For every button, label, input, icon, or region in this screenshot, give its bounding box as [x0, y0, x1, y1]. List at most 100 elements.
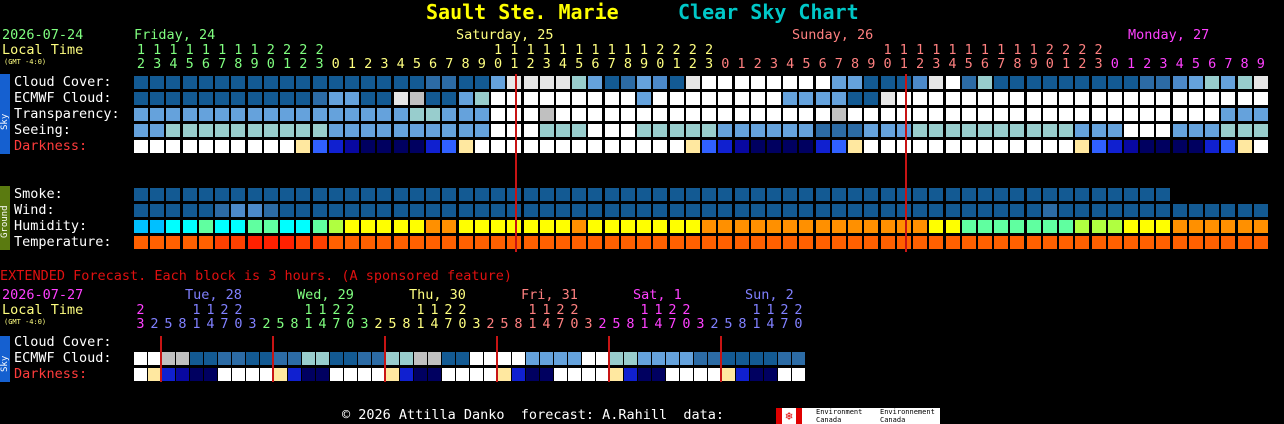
smoke-cell[interactable]	[896, 188, 911, 201]
smoke-cell[interactable]	[150, 188, 165, 201]
temperature-cell[interactable]	[523, 236, 538, 249]
extended-cloud-cover-cell[interactable]	[218, 352, 231, 365]
extended-cloud-cover-cell[interactable]	[694, 352, 707, 365]
extended-darkness-cell[interactable]	[652, 368, 665, 381]
cloud-cover-cell[interactable]	[377, 76, 392, 89]
ecmwf-cloud-cell[interactable]	[409, 92, 424, 105]
extended-darkness-cell[interactable]	[526, 368, 539, 381]
cloud-cover-cell[interactable]	[1091, 76, 1106, 89]
wind-cell[interactable]	[1059, 204, 1074, 217]
extended-darkness-cell[interactable]	[624, 368, 637, 381]
cloud-cover-cell[interactable]	[1237, 76, 1252, 89]
humidity-cell[interactable]	[685, 220, 700, 233]
cloud-cover-cell[interactable]	[945, 76, 960, 89]
smoke-cell[interactable]	[474, 188, 489, 201]
temperature-cell[interactable]	[1026, 236, 1041, 249]
cloud-cover-cell[interactable]	[864, 76, 879, 89]
darkness-cell[interactable]	[1221, 140, 1236, 153]
extended-cloud-cover-cell[interactable]	[442, 352, 455, 365]
humidity-cell[interactable]	[344, 220, 359, 233]
temperature-cell[interactable]	[977, 236, 992, 249]
extended-cloud-cover-cell[interactable]	[750, 352, 763, 365]
cloud-cover-cell[interactable]	[426, 76, 441, 89]
humidity-cell[interactable]	[864, 220, 879, 233]
ecmwf-cloud-cell[interactable]	[166, 92, 181, 105]
darkness-cell[interactable]	[815, 140, 830, 153]
humidity-cell[interactable]	[134, 220, 148, 233]
seeing-cell[interactable]	[458, 124, 473, 137]
seeing-cell[interactable]	[848, 124, 863, 137]
temperature-cell[interactable]	[280, 236, 295, 249]
darkness-cell[interactable]	[280, 140, 295, 153]
cloud-cover-cell[interactable]	[637, 76, 652, 89]
wind-cell[interactable]	[961, 204, 976, 217]
seeing-cell[interactable]	[1026, 124, 1041, 137]
humidity-cell[interactable]	[361, 220, 376, 233]
cloud-cover-cell[interactable]	[620, 76, 635, 89]
smoke-cell[interactable]	[588, 188, 603, 201]
ecmwf-cloud-cell[interactable]	[539, 92, 554, 105]
darkness-cell[interactable]	[750, 140, 765, 153]
wind-cell[interactable]	[474, 204, 489, 217]
extended-cloud-cover-cell[interactable]	[736, 352, 749, 365]
humidity-cell[interactable]	[409, 220, 424, 233]
wind-cell[interactable]	[312, 204, 327, 217]
temperature-cell[interactable]	[750, 236, 765, 249]
extended-cloud-cover-cell[interactable]	[638, 352, 651, 365]
smoke-cell[interactable]	[620, 188, 635, 201]
smoke-cell[interactable]	[393, 188, 408, 201]
darkness-cell[interactable]	[312, 140, 327, 153]
cloud-cover-cell[interactable]	[572, 76, 587, 89]
ecmwf-cloud-cell[interactable]	[442, 92, 457, 105]
cloud-cover-cell[interactable]	[263, 76, 278, 89]
humidity-cell[interactable]	[1042, 220, 1057, 233]
wind-cell[interactable]	[913, 204, 928, 217]
darkness-cell[interactable]	[442, 140, 457, 153]
ecmwf-cloud-cell[interactable]	[669, 92, 684, 105]
seeing-cell[interactable]	[977, 124, 992, 137]
temperature-cell[interactable]	[994, 236, 1009, 249]
seeing-cell[interactable]	[263, 124, 278, 137]
humidity-cell[interactable]	[231, 220, 246, 233]
cloud-cover-cell[interactable]	[994, 76, 1009, 89]
darkness-cell[interactable]	[198, 140, 213, 153]
extended-cloud-cover-cell[interactable]	[624, 352, 637, 365]
darkness-cell[interactable]	[766, 140, 781, 153]
smoke-cell[interactable]	[377, 188, 392, 201]
cloud-cover-cell[interactable]	[896, 76, 911, 89]
darkness-cell[interactable]	[1140, 140, 1155, 153]
cloud-cover-cell[interactable]	[150, 76, 165, 89]
darkness-cell[interactable]	[1075, 140, 1090, 153]
seeing-cell[interactable]	[1172, 124, 1187, 137]
wind-cell[interactable]	[572, 204, 587, 217]
darkness-cell[interactable]	[361, 140, 376, 153]
darkness-cell[interactable]	[555, 140, 570, 153]
extended-darkness-cell[interactable]	[582, 368, 595, 381]
cloud-cover-cell[interactable]	[539, 76, 554, 89]
transparency-cell[interactable]	[815, 108, 830, 121]
extended-darkness-cell[interactable]	[638, 368, 651, 381]
transparency-cell[interactable]	[1221, 108, 1236, 121]
darkness-cell[interactable]	[1124, 140, 1139, 153]
temperature-cell[interactable]	[263, 236, 278, 249]
ecmwf-cloud-cell[interactable]	[1010, 92, 1025, 105]
smoke-cell[interactable]	[880, 188, 895, 201]
wind-cell[interactable]	[1010, 204, 1025, 217]
cloud-cover-cell[interactable]	[815, 76, 830, 89]
ecmwf-cloud-cell[interactable]	[1156, 92, 1171, 105]
smoke-cell[interactable]	[247, 188, 262, 201]
seeing-cell[interactable]	[864, 124, 879, 137]
transparency-cell[interactable]	[280, 108, 295, 121]
smoke-cell[interactable]	[685, 188, 700, 201]
ecmwf-cloud-cell[interactable]	[766, 92, 781, 105]
ecmwf-cloud-cell[interactable]	[328, 92, 343, 105]
ecmwf-cloud-cell[interactable]	[880, 92, 895, 105]
ecmwf-cloud-cell[interactable]	[945, 92, 960, 105]
humidity-cell[interactable]	[734, 220, 749, 233]
humidity-cell[interactable]	[1010, 220, 1025, 233]
temperature-cell[interactable]	[150, 236, 165, 249]
ecmwf-cloud-cell[interactable]	[361, 92, 376, 105]
darkness-cell[interactable]	[1107, 140, 1122, 153]
ecmwf-cloud-cell[interactable]	[977, 92, 992, 105]
ecmwf-cloud-cell[interactable]	[734, 92, 749, 105]
